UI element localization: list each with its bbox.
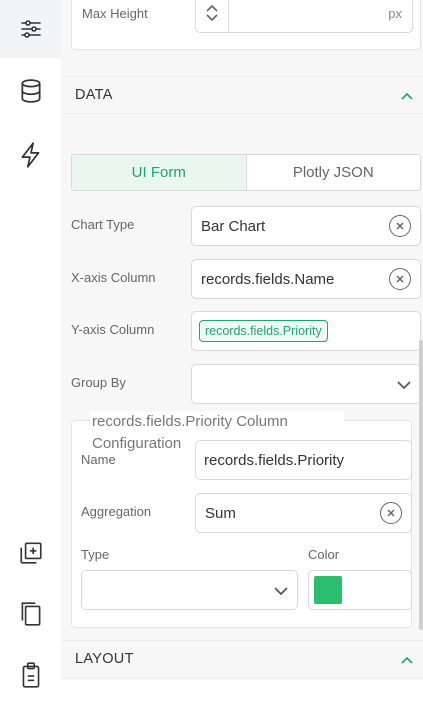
chevron-down-icon[interactable] — [396, 378, 412, 392]
copy-button[interactable] — [0, 585, 61, 643]
add-copy-icon — [19, 542, 42, 564]
max-height-stepper[interactable] — [196, 0, 229, 32]
left-sidebar — [0, 0, 62, 688]
settings-tab[interactable] — [0, 0, 61, 58]
y-axis-tag[interactable]: records.fields.Priority — [199, 320, 328, 342]
name-label: Name — [81, 452, 116, 467]
name-value: records.fields.Priority — [204, 451, 345, 469]
duplicate-button[interactable] — [0, 524, 61, 582]
x-axis-select[interactable]: records.fields.Name — [191, 259, 421, 299]
sliders-icon — [20, 20, 41, 38]
y-axis-label: Y-axis Column — [71, 322, 155, 337]
layout-section-title: LAYOUT — [75, 651, 134, 667]
color-picker[interactable] — [308, 570, 412, 610]
clear-icon[interactable] — [389, 215, 411, 237]
aggregation-value: Sum — [205, 504, 236, 522]
tab-plotly-json[interactable]: Plotly JSON — [247, 155, 421, 190]
size-card: Max Height px — [71, 0, 421, 50]
column-config-card: records.fields.Priority Column Configura… — [71, 411, 412, 628]
chart-type-select[interactable]: Bar Chart — [191, 206, 421, 246]
actions-tab[interactable] — [0, 126, 61, 184]
max-height-input[interactable]: px — [195, 0, 413, 33]
data-section-header[interactable]: DATA — [61, 76, 423, 114]
chart-type-label: Chart Type — [71, 217, 135, 232]
clipboard-icon — [22, 662, 39, 688]
chevron-up-icon[interactable] — [399, 652, 415, 668]
aggregation-label: Aggregation — [81, 504, 152, 519]
tab-ui-form[interactable]: UI Form — [72, 155, 247, 190]
chevron-down-icon[interactable] — [205, 13, 219, 23]
chart-type-value: Bar Chart — [201, 217, 266, 235]
paste-button[interactable] — [0, 646, 61, 704]
group-by-select[interactable] — [191, 364, 421, 404]
max-height-label: Max Height — [82, 6, 148, 21]
group-by-label: Group By — [71, 375, 126, 390]
data-mode-tabs: UI Form Plotly JSON — [71, 154, 421, 191]
database-icon — [20, 79, 41, 103]
color-swatch[interactable] — [314, 576, 342, 604]
y-axis-select[interactable]: records.fields.Priority — [191, 311, 421, 351]
data-section-title: DATA — [75, 87, 113, 103]
lightning-icon — [21, 142, 39, 168]
color-label: Color — [308, 547, 340, 562]
properties-panel: Max Height px DATA UI Form Plotly JSON C… — [61, 0, 423, 680]
data-tab[interactable] — [0, 62, 61, 120]
name-input[interactable]: records.fields.Priority — [195, 440, 412, 480]
clear-icon[interactable] — [380, 502, 402, 524]
clear-icon[interactable] — [389, 268, 411, 290]
max-height-unit: px — [388, 6, 402, 21]
chevron-down-icon[interactable] — [273, 584, 289, 598]
scrollbar[interactable] — [419, 340, 423, 630]
x-axis-label: X-axis Column — [71, 270, 156, 285]
aggregation-select[interactable]: Sum — [195, 493, 412, 533]
type-label: Type — [81, 547, 110, 562]
chevron-up-icon[interactable] — [399, 88, 415, 104]
type-select[interactable] — [81, 570, 298, 610]
chevron-up-icon[interactable] — [205, 3, 219, 13]
x-axis-value: records.fields.Name — [201, 270, 335, 288]
layout-section-header[interactable]: LAYOUT — [61, 640, 423, 678]
copy-icon — [21, 602, 40, 626]
